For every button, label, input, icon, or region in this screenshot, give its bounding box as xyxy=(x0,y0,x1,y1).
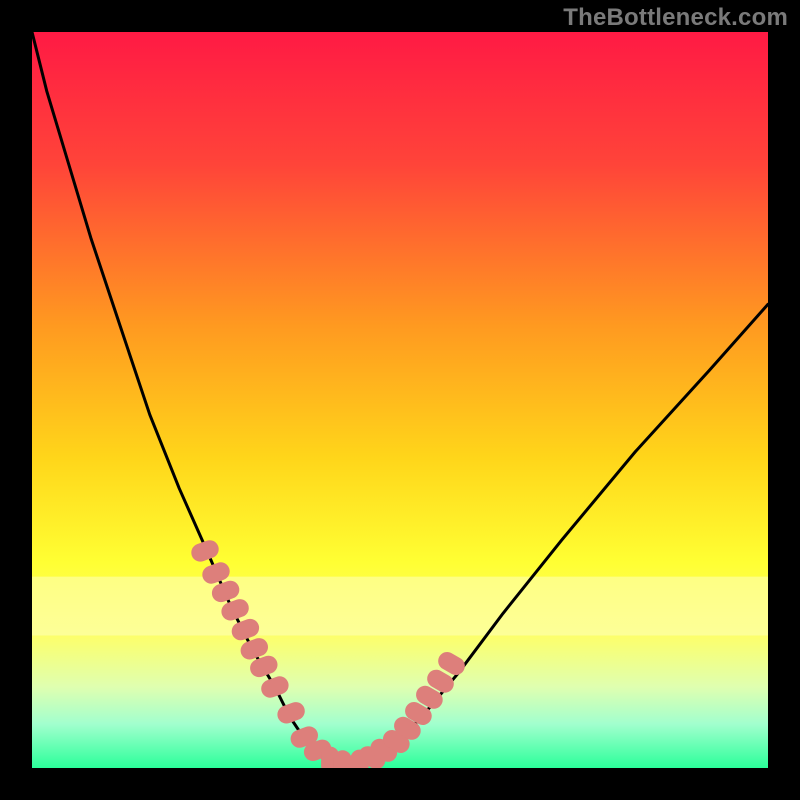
outer-frame: TheBottleneck.com xyxy=(0,0,800,800)
chart-svg xyxy=(32,32,768,768)
gradient-background xyxy=(32,32,768,768)
plot-area xyxy=(32,32,768,768)
marker-dot xyxy=(334,750,352,768)
pale-band xyxy=(32,577,768,636)
attribution-text: TheBottleneck.com xyxy=(563,4,788,32)
